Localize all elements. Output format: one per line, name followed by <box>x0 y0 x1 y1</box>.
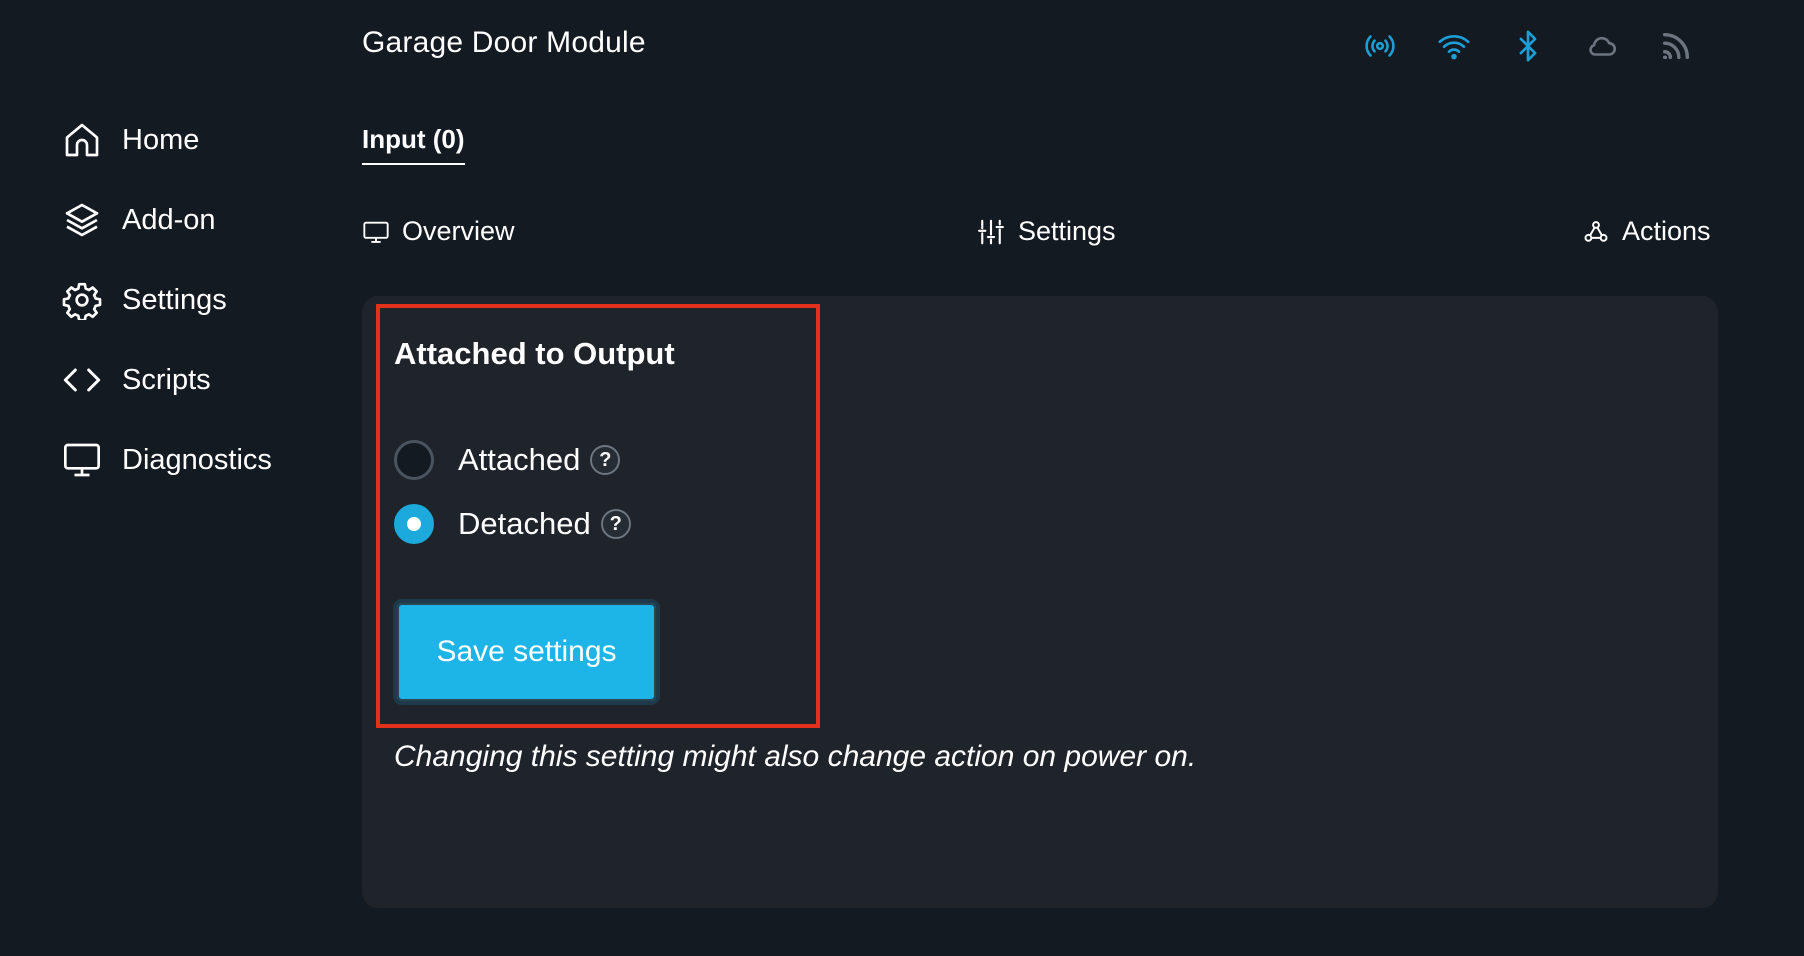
radio-attached[interactable] <box>394 440 434 480</box>
subnav-actions[interactable]: Actions <box>1582 216 1711 247</box>
subnav-settings[interactable]: Settings <box>976 216 1116 247</box>
subnav-overview-label: Overview <box>402 216 515 246</box>
save-settings-button[interactable]: Save settings <box>393 599 660 705</box>
gear-icon <box>62 280 102 320</box>
sidebar: Home Add-on Settings Scripts Diagnostics <box>62 122 272 478</box>
sidebar-item-label: Scripts <box>122 363 211 396</box>
status-icon-bar <box>1362 28 1694 64</box>
wifi-icon[interactable] <box>1436 28 1472 64</box>
radio-detached[interactable] <box>394 504 434 544</box>
monitor-icon <box>362 218 390 246</box>
subnav-overview[interactable]: Overview <box>362 216 515 247</box>
cloud-icon[interactable] <box>1584 28 1620 64</box>
sidebar-item-label: Diagnostics <box>122 443 272 476</box>
bluetooth-icon[interactable] <box>1510 28 1546 64</box>
subnav-settings-label: Settings <box>1018 216 1116 246</box>
sidebar-item-home[interactable]: Home <box>62 122 272 158</box>
rss-icon[interactable] <box>1658 28 1694 64</box>
webhook-icon <box>1582 218 1610 246</box>
radio-option-attached[interactable]: Attached ? <box>394 440 621 480</box>
tab-input[interactable]: Input (0) <box>362 124 465 165</box>
layers-icon <box>62 200 102 240</box>
sidebar-item-label: Home <box>122 123 200 156</box>
radio-label-detached: Detached <box>458 506 591 541</box>
radio-option-detached[interactable]: Detached ? <box>394 504 631 544</box>
monitor-icon <box>62 440 102 480</box>
sidebar-item-label: Add-on <box>122 203 216 236</box>
radio-label-attached: Attached <box>458 442 581 477</box>
info-note: Changing this setting might also change … <box>394 740 1197 773</box>
sidebar-item-label: Settings <box>122 283 227 316</box>
sidebar-item-settings[interactable]: Settings <box>62 280 272 320</box>
broadcast-icon[interactable] <box>1362 28 1398 64</box>
sidebar-item-scripts[interactable]: Scripts <box>62 362 272 398</box>
section-title: Attached to Output <box>394 336 675 371</box>
home-icon <box>62 120 102 160</box>
help-icon[interactable]: ? <box>590 445 621 475</box>
sliders-icon <box>976 217 1006 247</box>
help-icon[interactable]: ? <box>600 509 631 539</box>
subnav-actions-label: Actions <box>1622 216 1711 246</box>
page-title: Garage Door Module <box>362 26 646 59</box>
sidebar-item-diagnostics[interactable]: Diagnostics <box>62 442 272 478</box>
code-icon <box>62 360 102 400</box>
sidebar-item-add-on[interactable]: Add-on <box>62 202 272 238</box>
